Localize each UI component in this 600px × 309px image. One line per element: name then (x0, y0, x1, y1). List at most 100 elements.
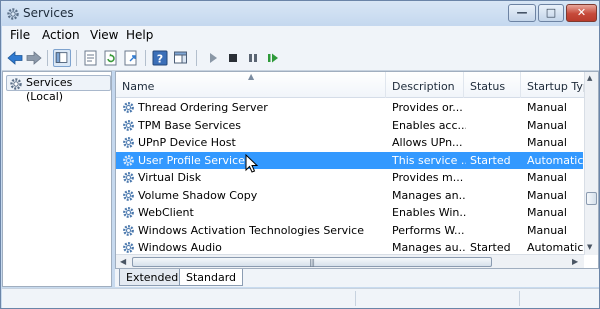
sort-ascending-icon: ▲ (248, 72, 255, 81)
service-startup-type: Manual (527, 206, 567, 219)
start-service-icon[interactable] (204, 49, 222, 67)
service-gear-icon (123, 172, 134, 183)
column-header-label: Startup Typ (527, 80, 590, 93)
stop-service-icon[interactable] (224, 49, 242, 67)
toolbar-separator (196, 50, 197, 66)
service-gear-icon (123, 119, 134, 131)
scroll-grip-icon: ||| (309, 258, 315, 267)
services-gear-icon (10, 78, 22, 90)
svg-text:?: ? (157, 53, 163, 66)
service-name: Thread Ordering Server (138, 101, 268, 114)
tree-item-services-local[interactable]: Services (Local) (6, 75, 111, 103)
service-startup-type: Manual (527, 188, 567, 202)
service-row[interactable]: Volume Shadow Copy Manages an... Manual (116, 187, 583, 204)
title-bar[interactable]: Services — □ ✕ (1, 1, 599, 27)
service-description: Allows UPn... (392, 136, 463, 149)
service-description: Performs W... (392, 223, 465, 237)
service-gear-icon (123, 189, 134, 201)
service-gear-icon (123, 224, 134, 236)
maximize-icon: □ (545, 6, 557, 19)
service-row[interactable]: UPnP Device Host Allows UPn... Manual (116, 134, 583, 151)
menu-action[interactable]: Action (42, 28, 80, 42)
service-startup-type: Manual (527, 118, 567, 132)
status-bar (2, 288, 599, 308)
tab-extended[interactable]: Extended (119, 269, 186, 286)
service-row[interactable]: Virtual Disk Provides m... Manual (116, 169, 583, 186)
service-startup-type: Automatic (527, 153, 583, 167)
tab-label: Standard (186, 271, 237, 284)
toolbar: ? (2, 45, 599, 71)
minimize-button[interactable]: — (508, 4, 536, 22)
help-icon[interactable]: ? (151, 49, 169, 67)
service-gear-icon (123, 137, 134, 148)
refresh-icon[interactable] (102, 49, 120, 67)
tree-item-label: Services (Local) (26, 76, 73, 103)
service-row[interactable]: TPM Base Services Enables acc... Manual (116, 117, 583, 134)
service-name: Windows Audio (138, 241, 222, 254)
tab-standard[interactable]: Standard (179, 269, 244, 286)
show-hide-tree-icon[interactable] (53, 49, 71, 67)
services-window: Services — □ ✕ File Action View Help ? S… (0, 0, 600, 309)
service-description: Provides or... (392, 101, 463, 114)
service-gear-icon (123, 242, 134, 253)
tab-label: Extended (126, 271, 179, 284)
column-header-label: Status (470, 80, 506, 93)
column-header-label: Description (392, 80, 455, 93)
scroll-down-icon[interactable]: ▼ (587, 243, 592, 251)
service-description: Provides m... (392, 171, 464, 184)
menu-bar: File Action View Help (2, 26, 599, 45)
export-list-icon[interactable] (122, 49, 140, 67)
service-startup-type: Manual (527, 223, 567, 237)
services-gear-icon (7, 8, 19, 20)
service-name: Windows Activation Technologies Service (138, 223, 364, 237)
service-name: Virtual Disk (138, 171, 202, 184)
services-list: Name ▲ Description Status Startup Typ Th… (115, 71, 599, 269)
service-description: Enables Win... (392, 206, 466, 219)
console-tree: Services (Local) (2, 71, 112, 287)
service-startup-type: Manual (527, 171, 567, 184)
minimize-icon: — (516, 6, 528, 19)
toolbar-separator (145, 50, 146, 66)
forward-icon[interactable] (25, 49, 43, 67)
service-status: Started (470, 241, 511, 254)
toolbar-separator (76, 50, 77, 66)
service-gear-icon (123, 154, 134, 166)
scroll-left-icon[interactable]: ◀ (120, 257, 126, 266)
service-description: This service ... (392, 153, 466, 167)
back-icon[interactable] (6, 49, 24, 67)
properties-icon[interactable] (82, 49, 100, 67)
service-row[interactable]: Windows Activation Technologies Service … (116, 222, 583, 239)
menu-file[interactable]: File (10, 28, 30, 42)
column-header-label: Name (122, 80, 155, 93)
pause-service-icon[interactable] (244, 49, 262, 67)
menu-help[interactable]: Help (126, 28, 153, 42)
column-header-row: Name ▲ Description Status Startup Typ (116, 72, 598, 98)
scroll-right-icon[interactable]: ▶ (572, 257, 578, 266)
maximize-button[interactable]: □ (538, 4, 564, 22)
service-status: Started (470, 153, 511, 167)
vertical-scrollbar[interactable]: ▲ ▼ (584, 72, 598, 255)
close-button[interactable]: ✕ (566, 4, 597, 22)
horizontal-scrollbar[interactable]: ◀ ||| ▶ (116, 254, 584, 268)
horizontal-scroll-thumb[interactable]: ||| (132, 257, 492, 267)
show-hide-action-pane-icon[interactable] (172, 49, 190, 67)
service-row[interactable]: WebClient Enables Win... Manual (116, 204, 583, 221)
service-row[interactable]: Thread Ordering Server Provides or... Ma… (116, 99, 583, 116)
restart-service-icon[interactable] (264, 49, 282, 67)
service-name: Volume Shadow Copy (138, 188, 258, 202)
service-name: TPM Base Services (138, 118, 242, 132)
window-title: Services (23, 6, 74, 20)
scroll-up-icon[interactable]: ▲ (587, 74, 592, 82)
service-row-selected[interactable]: User Profile Service This service ... St… (116, 151, 583, 169)
service-startup-type: Automatic (527, 241, 583, 254)
service-gear-icon (123, 102, 134, 113)
service-startup-type: Manual (527, 136, 567, 149)
menu-view[interactable]: View (90, 28, 118, 42)
column-header-description[interactable]: Description (386, 72, 464, 98)
service-description: Manages au... (392, 241, 466, 254)
vertical-scroll-thumb[interactable] (586, 192, 597, 205)
service-description: Enables acc... (392, 118, 466, 132)
service-name: User Profile Service (138, 153, 245, 167)
service-name: UPnP Device Host (138, 136, 236, 149)
column-header-status[interactable]: Status (464, 72, 521, 98)
